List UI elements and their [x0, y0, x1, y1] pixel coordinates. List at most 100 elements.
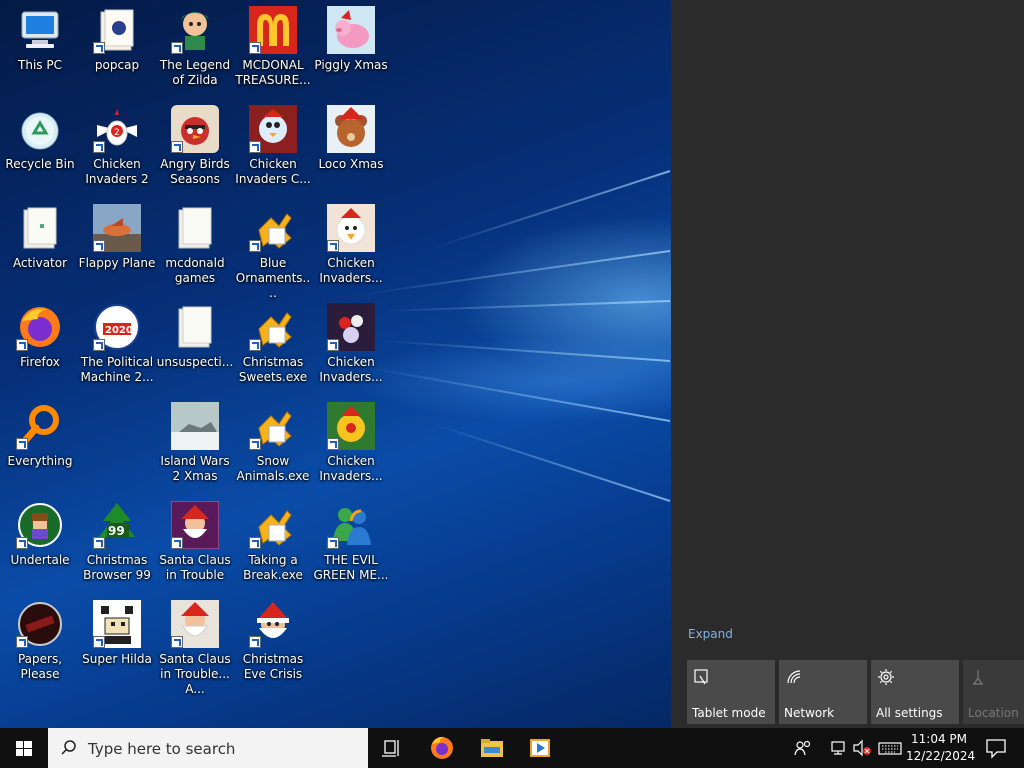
shortcut-arrow-icon: [249, 42, 261, 54]
plane-icon: [93, 204, 141, 252]
desktop-icon-activator[interactable]: Activator: [0, 198, 80, 294]
desktop-icon-super-hilda[interactable]: Super Hilda: [77, 594, 157, 690]
tile-label: Network: [784, 706, 835, 720]
desktop-icon-this-pc[interactable]: This PC: [0, 0, 80, 96]
tile-tablet-mode[interactable]: Tablet mode: [687, 660, 775, 724]
desktop-icon-label: The Political Machine 2...: [80, 355, 154, 384]
folder-icon: [171, 303, 219, 351]
shortcut-arrow-icon: [93, 141, 105, 153]
network-icon[interactable]: [829, 738, 849, 758]
tile-network[interactable]: Network: [779, 660, 867, 724]
desktop-icon-mcdonald-games[interactable]: mcdonald games: [155, 198, 235, 294]
desktop-icon-label: Chicken Invaders 2: [85, 157, 149, 186]
shortcut-arrow-icon: [93, 339, 105, 351]
network-icon: [785, 668, 803, 686]
keyboard-icon[interactable]: [878, 738, 902, 758]
desktop-icon-everything[interactable]: Everything: [0, 396, 80, 492]
people-icon[interactable]: [793, 738, 813, 758]
santa-icon: [249, 600, 297, 648]
game-icon: [171, 6, 219, 54]
shortcut-arrow-icon: [93, 537, 105, 549]
shortcut-arrow-icon: [171, 537, 183, 549]
desktop-icon-chicken-invaders-3[interactable]: Chicken Invaders...: [311, 198, 391, 294]
shortcut-arrow-icon: [93, 42, 105, 54]
tile-all-settings[interactable]: All settings: [871, 660, 959, 724]
chicken-icon: [249, 105, 297, 153]
shortcut-arrow-icon: [327, 537, 339, 549]
clock-date: 12/22/2024: [906, 749, 976, 763]
desktop-icon-undertale[interactable]: Undertale: [0, 495, 80, 591]
desktop-icon-mcdonal-treasure[interactable]: MCDONAL TREASURE...: [233, 0, 313, 96]
desktop-icon-firefox[interactable]: Firefox: [0, 297, 80, 393]
desktop-icon-blue-ornaments[interactable]: Blue Ornaments....: [233, 198, 313, 300]
desktop-icon-label: Santa Claus in Trouble... A...: [159, 652, 231, 696]
desktop-icon-label: Christmas Eve Crisis: [242, 652, 304, 681]
volume-muted-icon[interactable]: [852, 738, 872, 758]
desktop-icon-christmas-browser-99[interactable]: 99 Christmas Browser 99: [77, 495, 157, 591]
tree-icon: 99: [93, 501, 141, 549]
desktop-icon-taking-a-break[interactable]: Taking a Break.exe: [233, 495, 313, 591]
taskbar-firefox-button[interactable]: [418, 728, 466, 768]
desktop-icon-papers-please[interactable]: Papers, Please: [0, 594, 80, 690]
desktop-icon-angry-birds-seasons[interactable]: Angry Birds Seasons: [155, 99, 235, 195]
desktop-icon-christmas-sweets[interactable]: Christmas Sweets.exe: [233, 297, 313, 393]
tile-location[interactable]: Location: [963, 660, 1024, 724]
desktop-icon-recycle-bin[interactable]: Recycle Bin: [0, 99, 80, 195]
desktop-icon-chicken-invaders-4[interactable]: Chicken Invaders...: [311, 297, 391, 393]
shortcut-arrow-icon: [249, 537, 261, 549]
desktop-icon-loco-xmas[interactable]: Loco Xmas: [311, 99, 391, 195]
desktop-icon-evil-green-messenger[interactable]: THE EVIL GREEN ME...: [311, 495, 391, 591]
desktop-icon-piggly-xmas[interactable]: Piggly Xmas: [311, 0, 391, 96]
desktop-icon-label: Piggly Xmas: [314, 58, 388, 72]
chicken-icon: [327, 204, 375, 252]
desktop-icon-label: Island Wars 2 Xmas: [160, 454, 230, 483]
shortcut-arrow-icon: [249, 240, 261, 252]
desktop-icon-unsuspecti[interactable]: unsuspecti...: [155, 297, 235, 393]
desktop-icon-santa-claus-in-trouble-a[interactable]: Santa Claus in Trouble... A...: [155, 594, 235, 696]
notification-icon: [986, 739, 1006, 759]
shortcut-arrow-icon: [327, 339, 339, 351]
folder-icon: [171, 204, 219, 252]
desktop-icon-snow-animals[interactable]: Snow Animals.exe: [233, 396, 313, 492]
pixel-icon: [93, 600, 141, 648]
shortcut-arrow-icon: [171, 141, 183, 153]
taskbar-clock[interactable]: 11:04 PM 12/22/2024: [906, 731, 976, 765]
task-view-button[interactable]: [368, 728, 416, 768]
desktop-icon-label: MCDONAL TREASURE...: [235, 58, 311, 87]
tile-label: Location: [968, 706, 1019, 720]
desktop-icon-flappy-plane[interactable]: Flappy Plane: [77, 198, 157, 294]
puzzle-icon: [249, 402, 297, 450]
shortcut-arrow-icon: [249, 438, 261, 450]
desktop-icon-label: Firefox: [20, 355, 60, 369]
desktop-icon-santa-claus-in-trouble[interactable]: Santa Claus in Trouble: [155, 495, 235, 591]
firefox-icon: [16, 303, 64, 351]
desktop-icon-christmas-eve-crisis[interactable]: Christmas Eve Crisis: [233, 594, 313, 690]
expand-link[interactable]: Expand: [688, 627, 733, 641]
taskbar-media-player-button[interactable]: [516, 728, 564, 768]
tablet-mode-icon: [693, 668, 711, 686]
shortcut-arrow-icon: [249, 339, 261, 351]
action-center-panel[interactable]: Expand Tablet mode Network All settings …: [671, 0, 1024, 728]
desktop-icon-political-machine[interactable]: 2020 The Political Machine 2...: [77, 297, 157, 393]
desktop-icon-label: Super Hilda: [82, 652, 152, 666]
papers-please-icon: [16, 600, 64, 648]
desktop-icon-chicken-invaders-2[interactable]: 2 Chicken Invaders 2: [77, 99, 157, 195]
desktop-icon-chicken-invaders-5[interactable]: Chicken Invaders...: [311, 396, 391, 492]
desktop-icon-label: Snow Animals.exe: [236, 454, 310, 483]
desktop-icon-label: Loco Xmas: [318, 157, 384, 171]
taskbar-file-explorer-button[interactable]: [468, 728, 516, 768]
notification-center-button[interactable]: [976, 728, 1016, 768]
magnifier-icon: [16, 402, 64, 450]
search-box[interactable]: Type here to search: [48, 728, 368, 768]
island-icon: [171, 402, 219, 450]
desktop-icon-island-wars-2-xmas[interactable]: Island Wars 2 Xmas: [155, 396, 235, 492]
desktop-icon-label: mcdonald games: [165, 256, 225, 285]
desktop-icon-chicken-invaders-c[interactable]: Chicken Invaders C...: [233, 99, 313, 195]
start-button[interactable]: [0, 728, 48, 768]
desktop-icon-label: Everything: [7, 454, 73, 468]
political-icon: 2020: [93, 303, 141, 351]
desktop-icon-popcap[interactable]: popcap: [77, 0, 157, 96]
desktop-icon-legend-of-zilda[interactable]: The Legend of Zilda: [155, 0, 235, 96]
gear-icon: [877, 668, 895, 686]
svg-text:99: 99: [108, 524, 125, 538]
